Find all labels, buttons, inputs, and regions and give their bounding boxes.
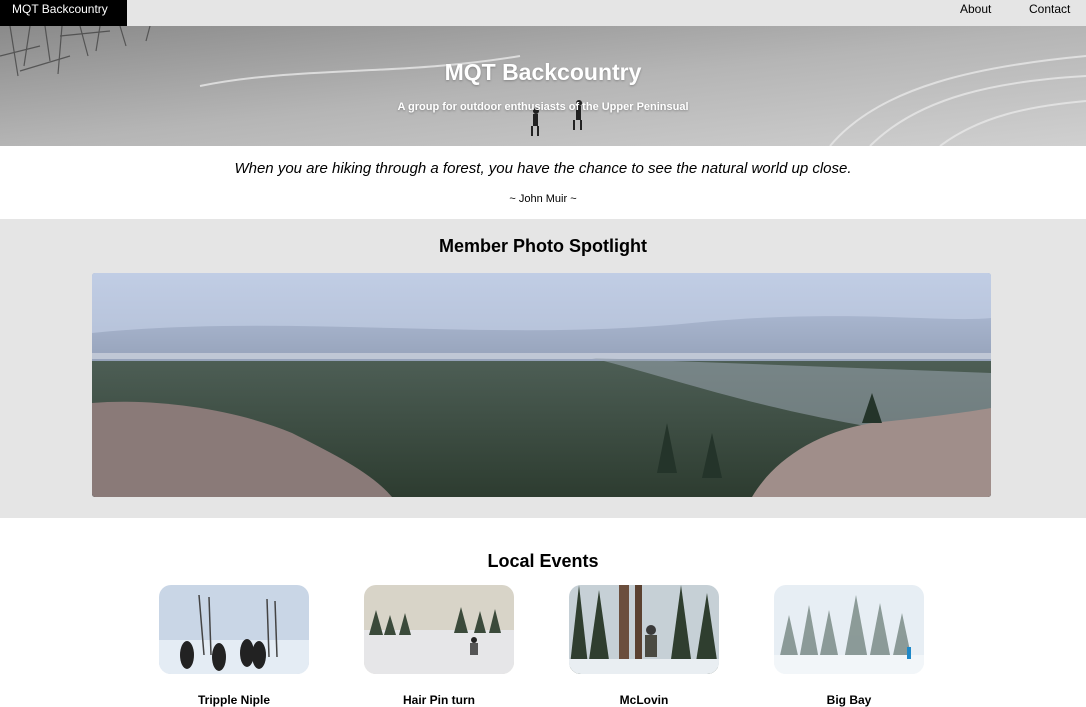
event-card-tripple-niple[interactable]: Tripple Niple: [159, 585, 309, 707]
event-photo[interactable]: [569, 585, 719, 674]
member-photo-spotlight-section: Member Photo Spotlight: [0, 219, 1086, 518]
event-label[interactable]: Big Bay: [754, 693, 944, 707]
hero-title: MQT Backcountry: [444, 59, 642, 85]
brand-link[interactable]: MQT Backcountry: [0, 0, 127, 26]
spotlight-photo: [92, 273, 991, 497]
event-label[interactable]: Tripple Niple: [139, 693, 329, 707]
event-photo[interactable]: [774, 585, 924, 674]
spotlight-title: Member Photo Spotlight: [439, 236, 647, 256]
event-card-hair-pin-turn[interactable]: Hair Pin turn: [364, 585, 514, 707]
event-photo[interactable]: [159, 585, 309, 674]
event-card-big-bay[interactable]: Big Bay: [774, 585, 924, 707]
quote-text: When you are hiking through a forest, yo…: [234, 160, 852, 177]
nav-contact-link[interactable]: Contact: [1029, 0, 1070, 26]
quote-author: ~ John Muir ~: [509, 193, 577, 205]
event-label[interactable]: Hair Pin turn: [344, 693, 534, 707]
event-label[interactable]: McLovin: [549, 693, 739, 707]
hero-snow-image: [0, 26, 1086, 146]
nav-about-link[interactable]: About: [960, 0, 991, 26]
event-photo[interactable]: [364, 585, 514, 674]
event-card-mclovin[interactable]: McLovin: [569, 585, 719, 707]
hero-subtitle: A group for outdoor enthusiasts of the U…: [397, 101, 689, 113]
hero-banner: MQT Backcountry A group for outdoor enth…: [0, 26, 1086, 146]
top-nav: MQT Backcountry About Contact: [0, 0, 1086, 26]
local-events-title: Local Events: [487, 551, 599, 571]
